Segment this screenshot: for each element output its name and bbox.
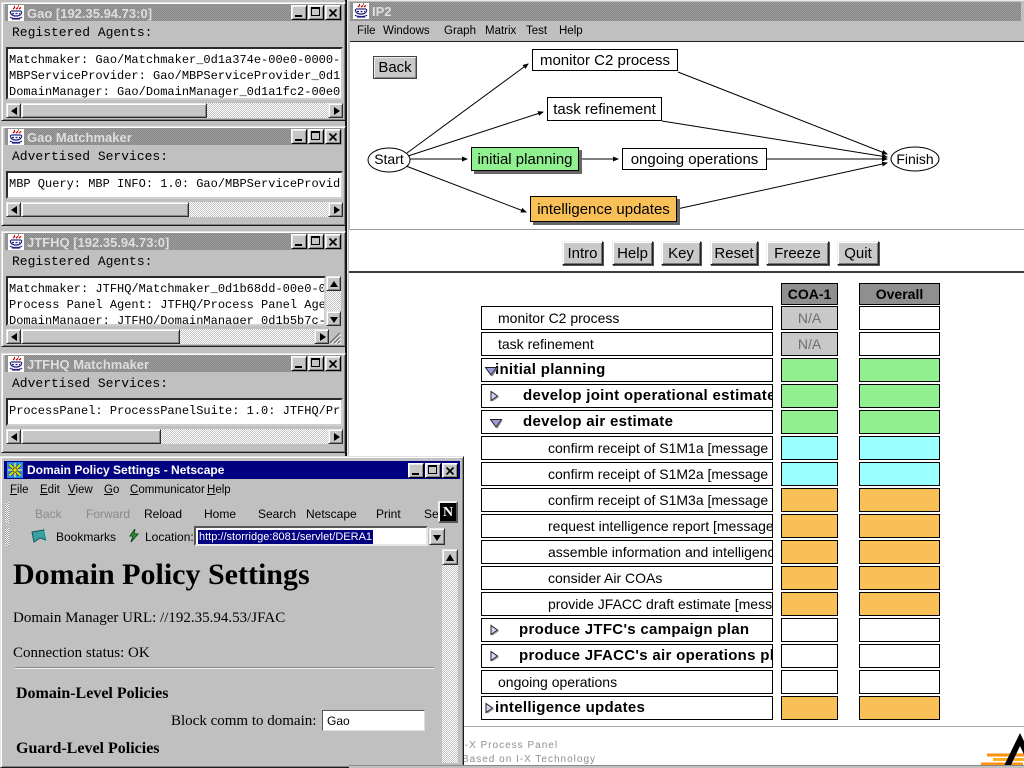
svg-text:Start: Start [374,151,404,167]
svg-text:Finish: Finish [896,151,933,167]
